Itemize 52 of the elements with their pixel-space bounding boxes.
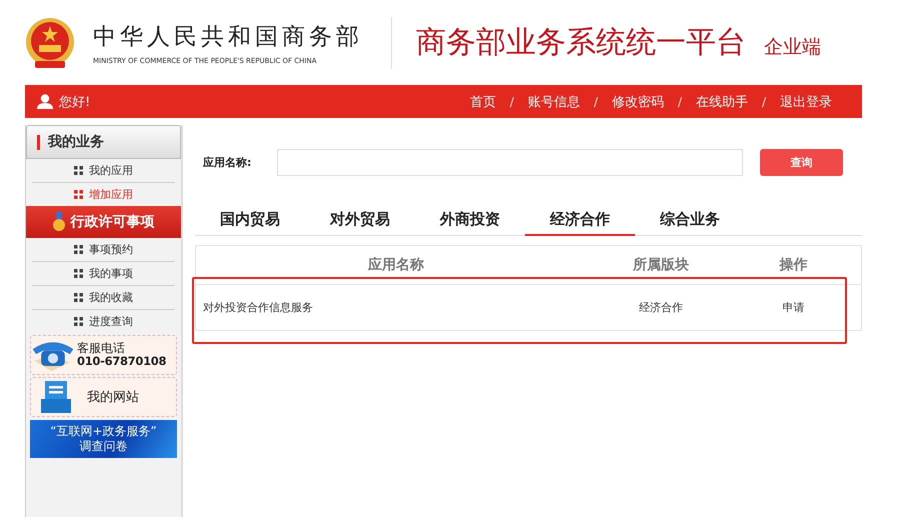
user-icon bbox=[37, 94, 53, 109]
dot-grid-icon bbox=[74, 269, 83, 278]
dot-grid-icon bbox=[74, 190, 83, 199]
platform-title: 商务部业务系统统一平台 bbox=[416, 24, 746, 62]
search-button[interactable]: 查询 bbox=[760, 149, 843, 176]
greeting: 您好! bbox=[59, 94, 90, 110]
survey-subtitle: 调查问卷 bbox=[80, 439, 128, 454]
dot-grid-icon bbox=[74, 293, 83, 302]
section-title: 我的业务 bbox=[48, 133, 104, 151]
menu-item[interactable]: 我的应用 bbox=[32, 159, 175, 183]
menu-item[interactable]: 我的收藏 bbox=[32, 286, 175, 310]
tab[interactable]: 综合业务 bbox=[635, 204, 745, 236]
apply-link[interactable]: 申请 bbox=[726, 300, 861, 315]
dot-grid-icon bbox=[74, 317, 83, 326]
separator: / bbox=[676, 94, 683, 108]
dot-grid-icon bbox=[74, 166, 83, 175]
tab[interactable]: 国内贸易 bbox=[195, 204, 305, 236]
survey-title: “互联网+政务服务” bbox=[50, 424, 157, 439]
nav-link[interactable]: 首页 bbox=[470, 92, 496, 110]
menu-item[interactable]: 增加应用 bbox=[32, 183, 175, 206]
dot-grid-icon bbox=[74, 245, 83, 254]
table-cell-text: 对外投资合作信息服务 bbox=[202, 300, 314, 315]
nav-link[interactable]: 退出登录 bbox=[780, 92, 832, 110]
national-emblem-icon bbox=[25, 16, 75, 68]
column-header: 所属版块 bbox=[632, 256, 690, 274]
website-card[interactable]: 我的网站 bbox=[30, 377, 177, 417]
separator: / bbox=[760, 94, 767, 108]
tab[interactable]: 经济合作 bbox=[525, 204, 635, 236]
medal-icon bbox=[52, 212, 64, 232]
menu-item[interactable]: 我的事项 bbox=[32, 262, 175, 286]
survey-banner[interactable]: “互联网+政务服务” 调查问卷 bbox=[30, 420, 177, 458]
platform-subtitle: 企业端 bbox=[764, 34, 821, 60]
document-tray-icon bbox=[41, 381, 71, 413]
hotline-label: 客服电话 bbox=[77, 340, 126, 356]
ministry-name: 中华人民共和国商务部 bbox=[93, 22, 363, 52]
nav-link[interactable]: 在线助手 bbox=[696, 92, 748, 110]
nav-link[interactable]: 修改密码 bbox=[612, 92, 664, 110]
search-field[interactable] bbox=[277, 149, 743, 176]
separator: / bbox=[508, 94, 515, 108]
nav-link[interactable]: 账号信息 bbox=[528, 92, 580, 110]
tab[interactable]: 对外贸易 bbox=[305, 204, 415, 236]
tab[interactable]: 外商投资 bbox=[415, 204, 525, 236]
column-header: 操作 bbox=[778, 256, 808, 274]
menu-item[interactable]: 事项预约 bbox=[32, 238, 175, 262]
column-header: 应用名称 bbox=[366, 256, 425, 274]
hotline-number: 010-67870108 bbox=[77, 355, 166, 370]
search-label: 应用名称: bbox=[203, 155, 252, 170]
table-cell-text: 经济合作 bbox=[638, 300, 684, 315]
menu-item[interactable]: 进度查询 bbox=[32, 310, 175, 333]
website-label: 我的网站 bbox=[87, 389, 139, 406]
section-title: 行政许可事项 bbox=[70, 213, 154, 231]
separator: / bbox=[592, 94, 599, 108]
